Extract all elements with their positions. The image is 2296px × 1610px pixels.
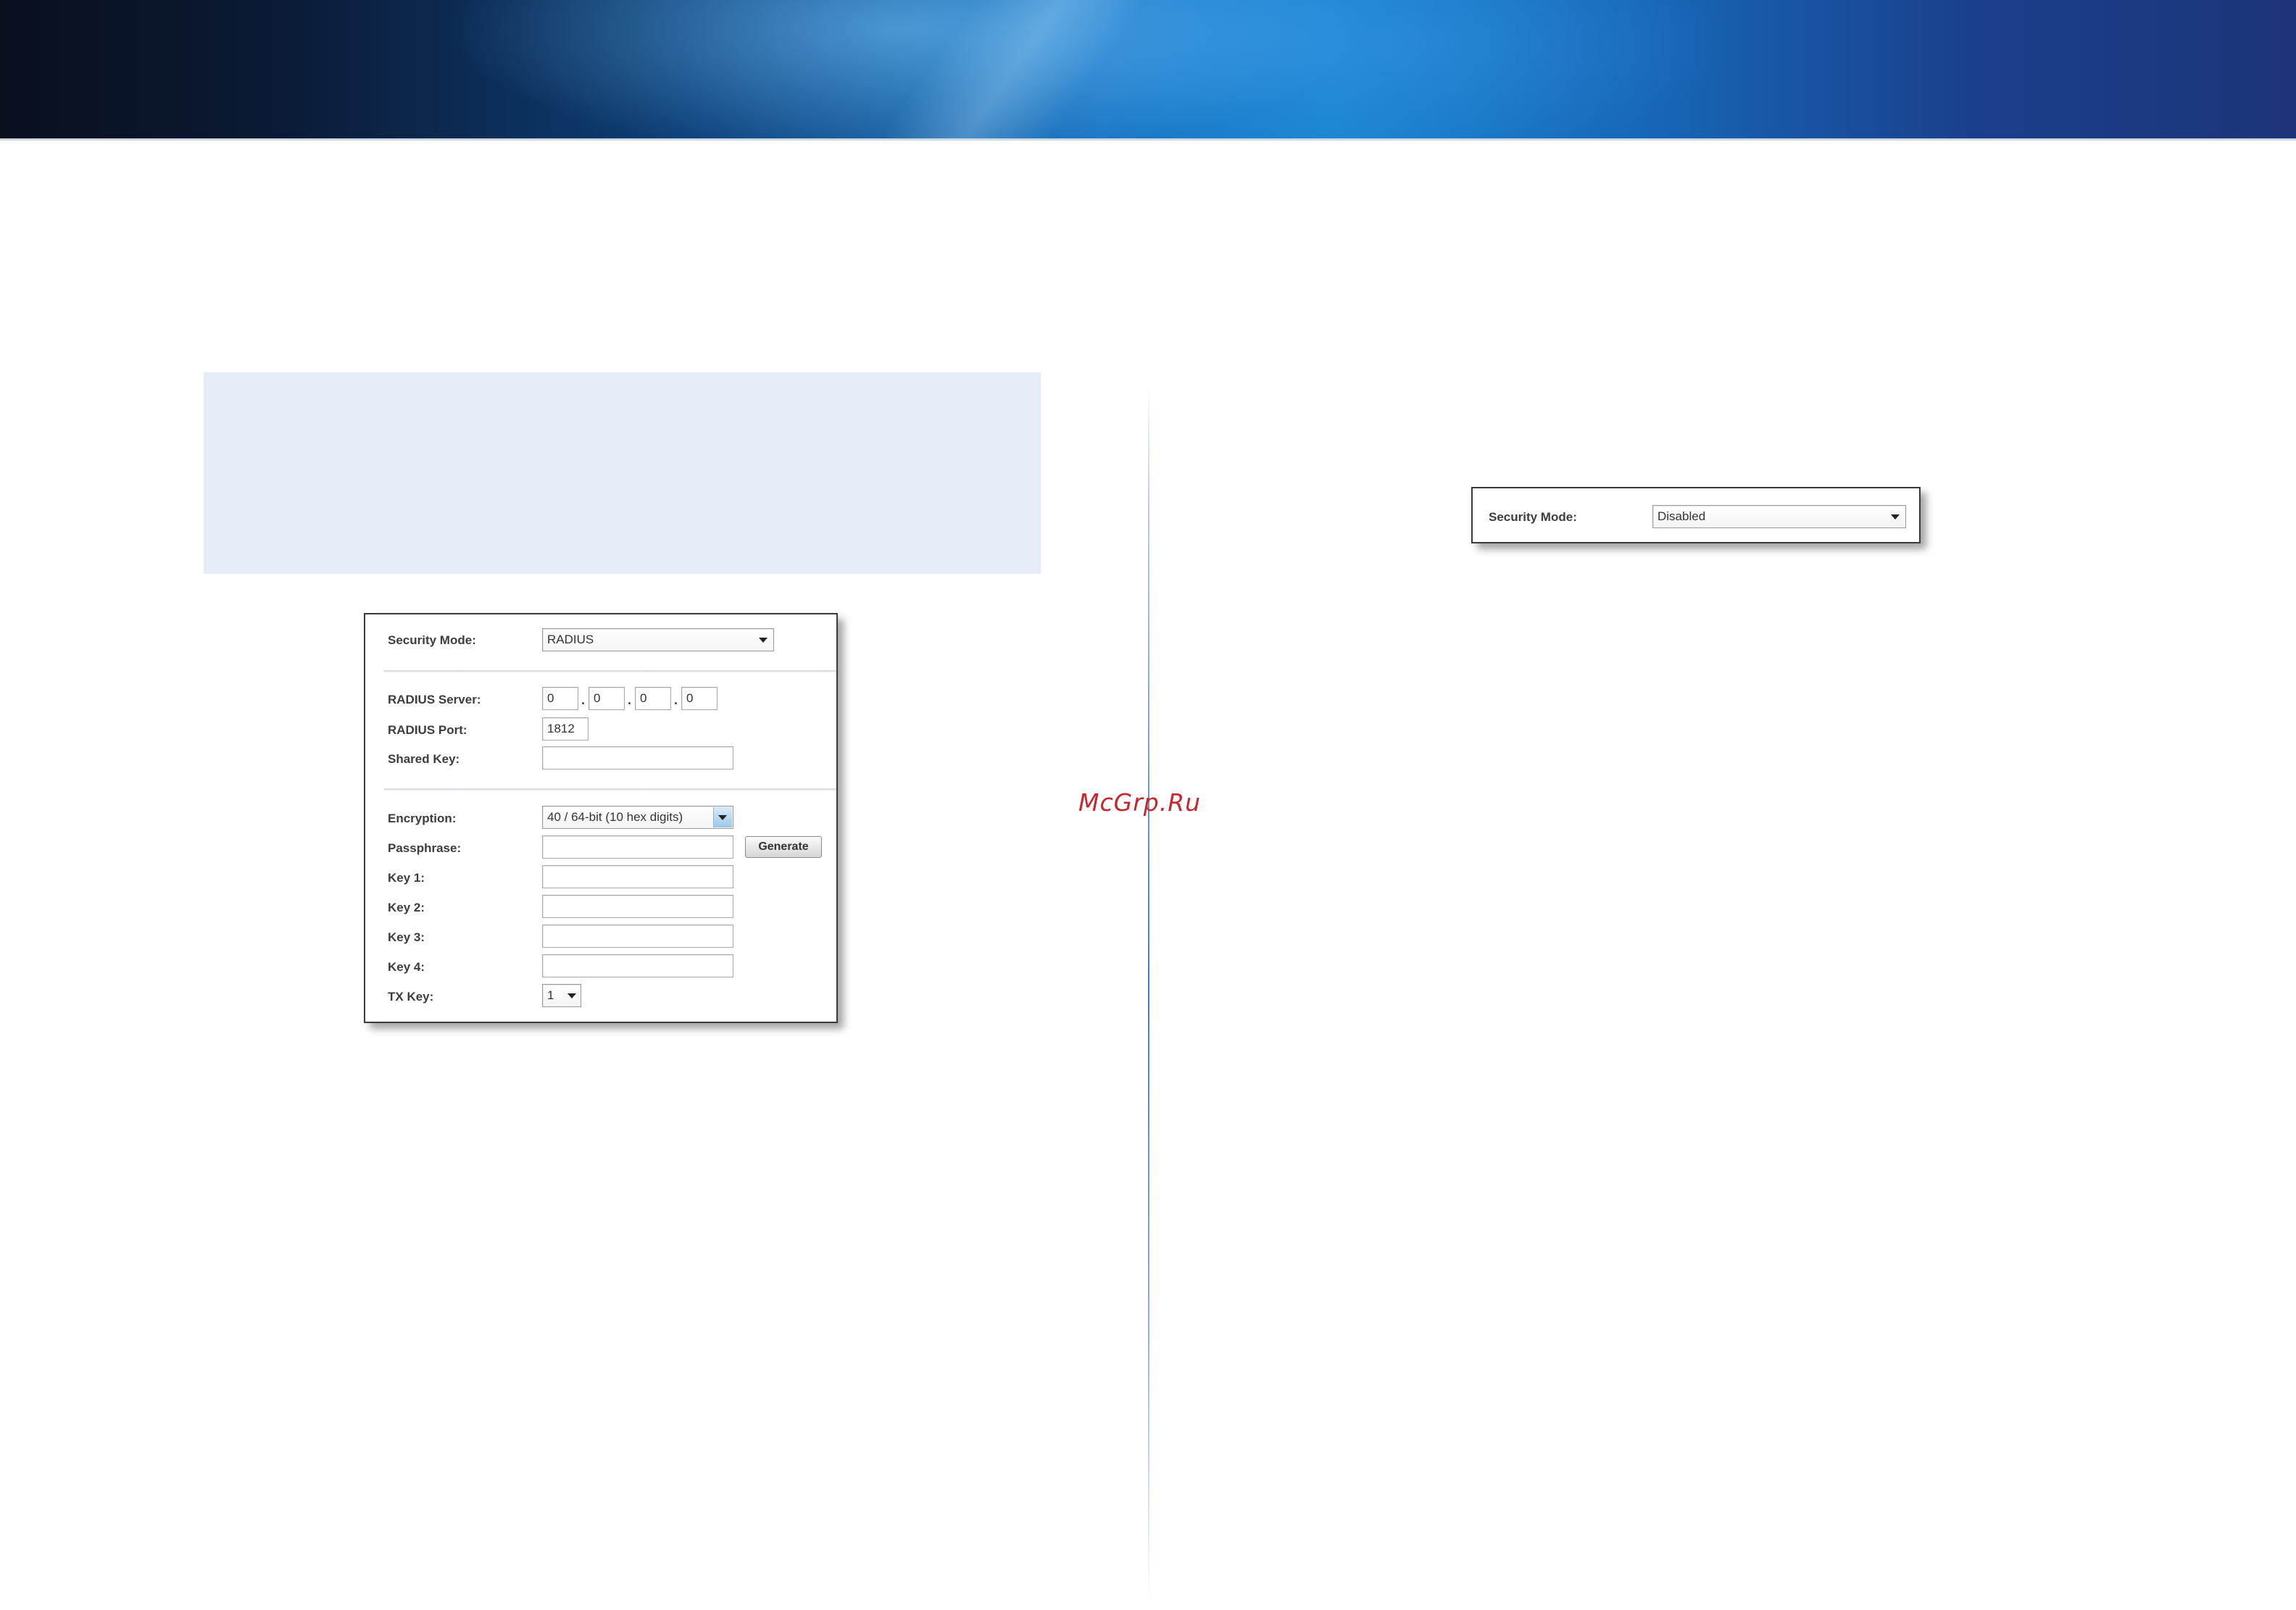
chevron-down-icon (718, 815, 727, 820)
security-mode-value: Disabled (1657, 509, 1706, 523)
dropdown-button (713, 807, 732, 827)
radius-port-label: RADIUS Port: (388, 723, 467, 737)
section-divider (384, 788, 836, 791)
radius-port-input[interactable]: 1812 (542, 717, 588, 741)
key1-input[interactable] (542, 865, 733, 888)
encryption-select[interactable]: 40 / 64-bit (10 hex digits) (542, 806, 733, 829)
octet-value: 0 (547, 691, 554, 705)
disabled-settings-panel: Security Mode: Disabled (1471, 487, 1921, 543)
radius-settings-panel: Security Mode: RADIUS RADIUS Server: 0 .… (364, 613, 838, 1023)
key4-input[interactable] (542, 954, 733, 977)
ip-dot: . (674, 693, 678, 707)
passphrase-input[interactable] (542, 835, 733, 859)
chevron-down-icon (759, 638, 768, 643)
octet-value: 0 (640, 691, 647, 705)
key3-label: Key 3: (388, 930, 425, 944)
shared-key-label: Shared Key: (388, 752, 460, 766)
encryption-value: 40 / 64-bit (10 hex digits) (547, 810, 683, 824)
header-banner (0, 0, 2296, 141)
ip-dot: . (581, 693, 586, 707)
key3-input[interactable] (542, 925, 733, 948)
radius-server-label: RADIUS Server: (388, 693, 481, 706)
shared-key-input[interactable] (542, 746, 733, 769)
tx-key-value: 1 (547, 988, 554, 1002)
security-mode-value: RADIUS (547, 633, 594, 646)
chevron-down-icon (567, 993, 576, 998)
security-mode-select[interactable]: RADIUS (542, 628, 774, 651)
radius-server-octet-2[interactable]: 0 (588, 687, 625, 710)
passphrase-label: Passphrase: (388, 841, 462, 855)
section-divider (384, 670, 836, 672)
tx-key-select[interactable]: 1 (542, 984, 581, 1007)
key4-label: Key 4: (388, 960, 425, 974)
security-mode-label: Security Mode: (1489, 510, 1577, 524)
generate-button[interactable]: Generate (745, 836, 822, 858)
note-box (204, 372, 1041, 574)
tx-key-label: TX Key: (388, 990, 434, 1004)
radius-port-value: 1812 (547, 722, 575, 735)
radius-server-octet-3[interactable]: 0 (635, 687, 671, 710)
chevron-down-icon (1891, 514, 1900, 520)
octet-value: 0 (594, 691, 601, 705)
security-mode-select[interactable]: Disabled (1652, 505, 1906, 528)
octet-value: 0 (686, 691, 694, 705)
watermark: McGrp.Ru (1078, 788, 1202, 817)
key2-input[interactable] (542, 895, 733, 918)
ip-dot: . (628, 693, 632, 707)
key1-label: Key 1: (388, 871, 425, 885)
column-divider (1148, 384, 1149, 1601)
security-mode-label: Security Mode: (388, 633, 476, 647)
encryption-label: Encryption: (388, 812, 457, 825)
radius-server-octet-4[interactable]: 0 (681, 687, 718, 710)
key2-label: Key 2: (388, 901, 425, 914)
radius-server-octet-1[interactable]: 0 (542, 687, 578, 710)
